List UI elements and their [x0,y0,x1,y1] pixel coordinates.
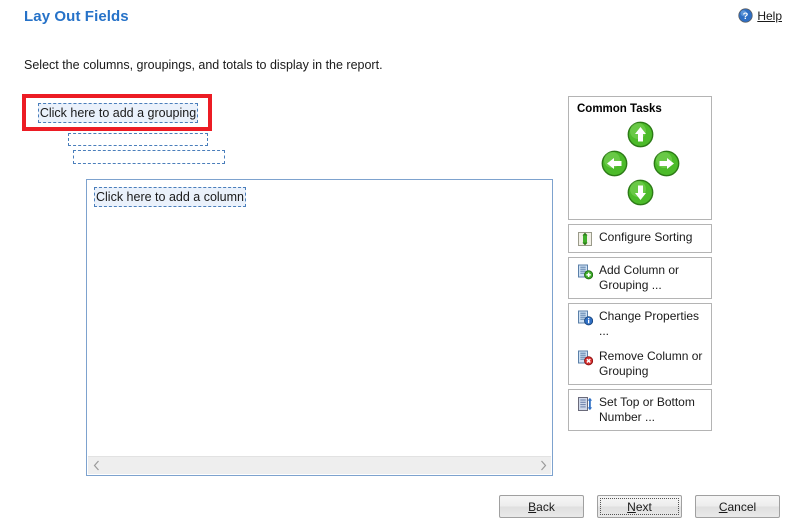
back-button-label: ack [536,499,555,514]
arrow-up-icon[interactable] [627,121,654,148]
grouping-empty-slot-1[interactable] [68,133,208,146]
task-label: Configure Sorting [599,230,693,244]
common-tasks-panel: Common Tasks Configure Sorting Add Colum… [568,96,712,435]
change-properties-task[interactable]: Change Properties ... [569,304,711,344]
properties-icon [577,310,594,326]
help-circle-icon: ? [738,8,753,23]
common-tasks-title: Common Tasks [577,103,662,115]
task-label: Remove Column or Grouping [599,349,703,378]
add-column-placeholder[interactable]: Click here to add a column [94,187,246,207]
sort-icon [577,231,593,247]
chevron-right-icon[interactable] [535,457,551,474]
next-button-label: ext [635,499,652,514]
instruction-text: Select the columns, groupings, and total… [24,58,383,72]
remove-column-icon [577,350,594,366]
back-button-accel: B [528,499,537,514]
tasks-navigation-section: Common Tasks [568,96,712,220]
arrow-left-icon[interactable] [601,150,628,177]
svg-text:?: ? [743,11,749,21]
column-design-panel[interactable]: Click here to add a column [86,179,553,476]
configure-sorting-task[interactable]: Configure Sorting [569,225,711,252]
wizard-footer-buttons: Back Next Cancel [499,495,780,518]
task-label: Set Top or Bottom Number ... [599,395,695,424]
cancel-button-accel: C [718,499,728,514]
help-link[interactable]: ? Help [738,8,782,23]
next-button[interactable]: Next [597,495,682,518]
help-link-label: Help [757,8,782,23]
arrow-down-icon[interactable] [627,179,654,206]
task-label: Add Column or Grouping ... [599,263,680,292]
horizontal-scrollbar[interactable] [88,456,551,474]
add-column-or-grouping-task[interactable]: Add Column or Grouping ... [569,258,711,298]
back-button[interactable]: Back [499,495,584,518]
task-section-add: Add Column or Grouping ... [568,257,712,299]
remove-column-or-grouping-task[interactable]: Remove Column or Grouping [569,344,711,384]
add-column-icon [577,264,594,280]
top-bottom-icon [577,396,593,412]
task-section-modify: Change Properties ... Remove Column or G… [568,303,712,385]
task-label: Change Properties ... [599,309,700,338]
set-top-or-bottom-number-task[interactable]: Set Top or Bottom Number ... [569,390,711,430]
cancel-button[interactable]: Cancel [695,495,780,518]
chevron-left-icon[interactable] [88,457,104,474]
next-button-accel: N [627,499,636,514]
add-grouping-placeholder[interactable]: Click here to add a grouping [38,103,198,123]
grouping-empty-slot-2[interactable] [73,150,225,164]
task-section-sorting: Configure Sorting [568,224,712,253]
task-section-topbottom: Set Top or Bottom Number ... [568,389,712,431]
arrow-right-icon[interactable] [653,150,680,177]
cancel-button-label: ancel [727,499,757,514]
page-title: Lay Out Fields [24,8,129,25]
move-arrow-pad [569,117,711,213]
